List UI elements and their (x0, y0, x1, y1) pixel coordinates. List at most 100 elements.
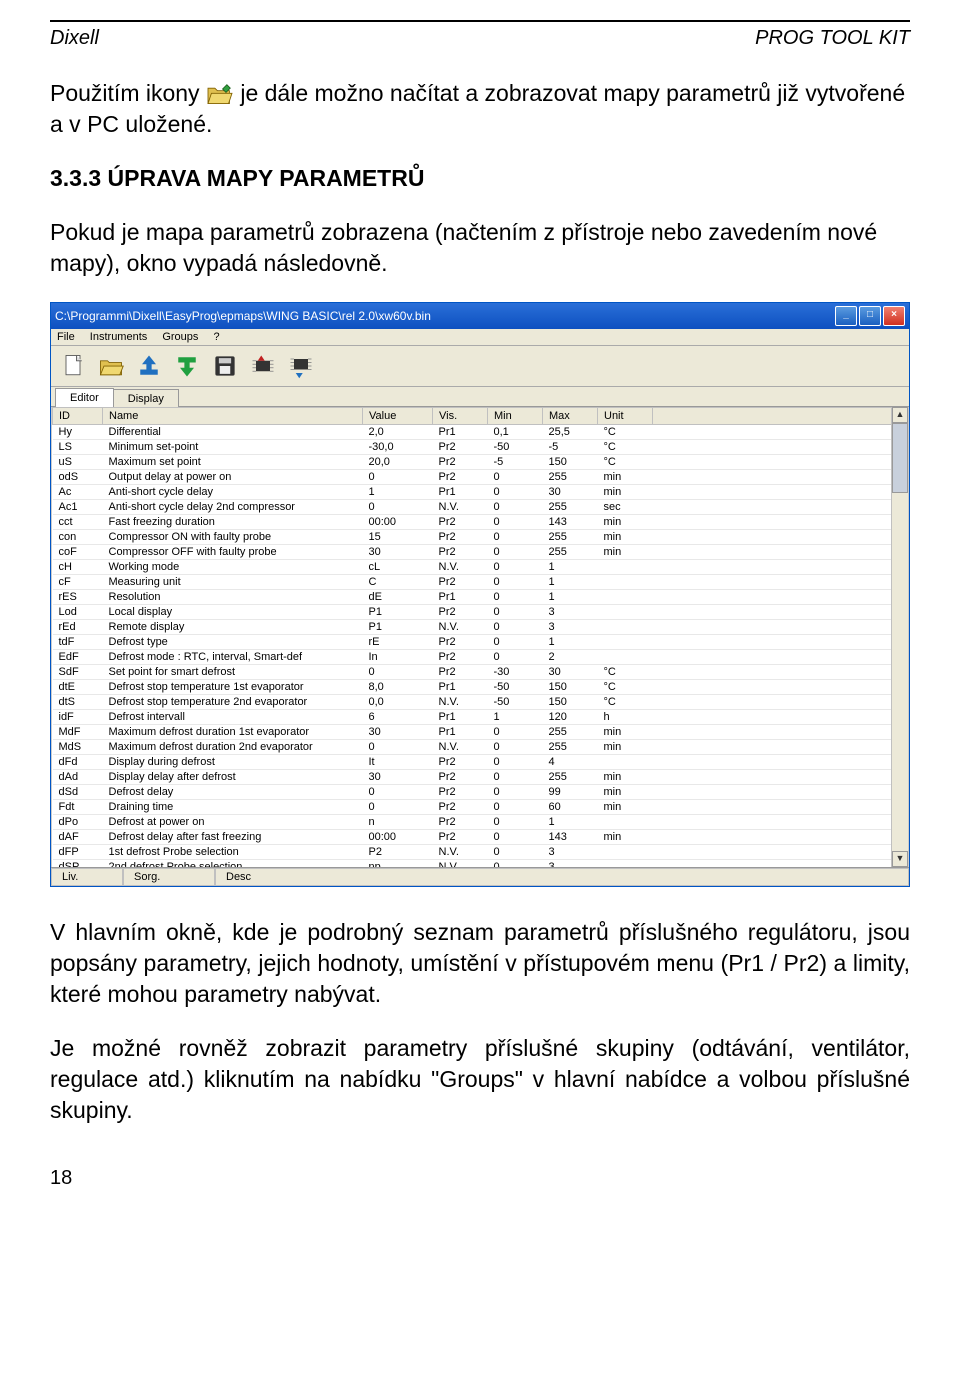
header-right: PROG TOOL KIT (755, 27, 910, 50)
cell-min: 0 (488, 590, 543, 605)
footer-sorg: Sorg. (123, 868, 215, 886)
cell-vis: Pr1 (433, 425, 488, 440)
cell-vis: Pr2 (433, 785, 488, 800)
table-row[interactable]: MdFMaximum defrost duration 1st evaporat… (53, 725, 908, 740)
table-row[interactable]: MdSMaximum defrost duration 2nd evaporat… (53, 740, 908, 755)
cell-unit (598, 755, 653, 770)
table-row[interactable]: tdFDefrost typerEPr201 (53, 635, 908, 650)
cell-unit: min (598, 485, 653, 500)
cell-unit: min (598, 800, 653, 815)
table-row[interactable]: SdFSet point for smart defrost0Pr2-3030°… (53, 665, 908, 680)
download-icon[interactable] (171, 350, 203, 382)
table-row[interactable]: coFCompressor OFF with faulty probe30Pr2… (53, 545, 908, 560)
table-row[interactable]: conCompressor ON with faulty probe15Pr20… (53, 530, 908, 545)
tab-editor[interactable]: Editor (55, 388, 114, 407)
cell-max: 25,5 (543, 425, 598, 440)
vertical-scrollbar[interactable]: ▲ ▼ (891, 407, 908, 867)
table-row[interactable]: LSMinimum set-point-30,0Pr2-50-5°C (53, 440, 908, 455)
cell-max: 99 (543, 785, 598, 800)
menu-instruments[interactable]: Instruments (90, 331, 147, 343)
tab-display[interactable]: Display (113, 389, 179, 408)
col-max[interactable]: Max (543, 408, 598, 425)
table-row[interactable]: dFP1st defrost Probe selectionP2N.V.03 (53, 845, 908, 860)
maximize-button[interactable]: □ (859, 306, 881, 326)
col-value[interactable]: Value (363, 408, 433, 425)
cell-min: 0 (488, 620, 543, 635)
col-min[interactable]: Min (488, 408, 543, 425)
cell-value: 00:00 (363, 515, 433, 530)
cell-unit: min (598, 545, 653, 560)
cell-min: 0 (488, 515, 543, 530)
save-disk-icon[interactable] (209, 350, 241, 382)
cell-value: 0 (363, 800, 433, 815)
table-row[interactable]: idFDefrost intervall6Pr11120h (53, 710, 908, 725)
cell-vis: Pr2 (433, 530, 488, 545)
col-id[interactable]: ID (53, 408, 103, 425)
cell-max: 60 (543, 800, 598, 815)
cell-max: 150 (543, 695, 598, 710)
table-row[interactable]: dSdDefrost delay0Pr2099min (53, 785, 908, 800)
cell-id: dAd (53, 770, 103, 785)
table-row[interactable]: dPoDefrost at power onnPr201 (53, 815, 908, 830)
titlebar[interactable]: C:\Programmi\Dixell\EasyProg\epmaps\WING… (51, 303, 909, 329)
cell-id: rEd (53, 620, 103, 635)
open-folder-icon[interactable] (95, 350, 127, 382)
new-file-icon[interactable] (57, 350, 89, 382)
table-row[interactable]: FdtDraining time0Pr2060min (53, 800, 908, 815)
table-row[interactable]: HyDifferential2,0Pr10,125,5°C (53, 425, 908, 440)
cell-min: 0 (488, 500, 543, 515)
col-name[interactable]: Name (103, 408, 363, 425)
cell-max: 120 (543, 710, 598, 725)
table-row[interactable]: AcAnti-short cycle delay1Pr1030min (53, 485, 908, 500)
scroll-down-icon[interactable]: ▼ (892, 851, 908, 867)
chip-read-icon[interactable] (247, 350, 279, 382)
cell-value: 0 (363, 500, 433, 515)
cell-vis: Pr2 (433, 830, 488, 845)
table-row[interactable]: Ac1Anti-short cycle delay 2nd compressor… (53, 500, 908, 515)
table-row[interactable]: dFdDisplay during defrostItPr204 (53, 755, 908, 770)
scroll-thumb[interactable] (892, 423, 908, 493)
section-heading: 3.3.3 ÚPRAVA MAPY PARAMETRŮ (50, 163, 910, 194)
table-row[interactable]: cFMeasuring unitCPr201 (53, 575, 908, 590)
table-row[interactable]: dAdDisplay delay after defrost30Pr20255m… (53, 770, 908, 785)
table-row[interactable]: dAFDefrost delay after fast freezing00:0… (53, 830, 908, 845)
table-row[interactable]: EdFDefrost mode : RTC, interval, Smart-d… (53, 650, 908, 665)
upload-icon[interactable] (133, 350, 165, 382)
cell-id: Hy (53, 425, 103, 440)
status-footer: Liv. Sorg. Desc (51, 867, 909, 886)
table-row[interactable]: dtEDefrost stop temperature 1st evaporat… (53, 680, 908, 695)
table-row[interactable]: cctFast freezing duration00:00Pr20143min (53, 515, 908, 530)
paragraph-main-window: V hlavním okně, kde je podrobný seznam p… (50, 917, 910, 1010)
col-vis[interactable]: Vis. (433, 408, 488, 425)
cell-value: 0 (363, 470, 433, 485)
cell-name: Display delay after defrost (103, 770, 363, 785)
chip-write-icon[interactable] (285, 350, 317, 382)
cell-id: uS (53, 455, 103, 470)
scroll-up-icon[interactable]: ▲ (892, 407, 908, 423)
table-row[interactable]: dSP2nd defrost Probe selectionnpN.V.03 (53, 860, 908, 868)
table-row[interactable]: uSMaximum set point20,0Pr2-5150°C (53, 455, 908, 470)
table-row[interactable]: dtSDefrost stop temperature 2nd evaporat… (53, 695, 908, 710)
minimize-button[interactable]: _ (835, 306, 857, 326)
cell-unit: °C (598, 440, 653, 455)
close-button[interactable]: × (883, 306, 905, 326)
table-row[interactable]: rEdRemote displayP1N.V.03 (53, 620, 908, 635)
cell-min: 0 (488, 725, 543, 740)
cell-min: 0 (488, 770, 543, 785)
menu-groups[interactable]: Groups (162, 331, 198, 343)
cell-max: 1 (543, 560, 598, 575)
table-row[interactable]: cHWorking modecLN.V.01 (53, 560, 908, 575)
table-row[interactable]: LodLocal displayP1Pr203 (53, 605, 908, 620)
col-unit[interactable]: Unit (598, 408, 653, 425)
table-row[interactable]: rESResolutiondEPr101 (53, 590, 908, 605)
cell-min: 0 (488, 785, 543, 800)
cell-name: Defrost stop temperature 1st evaporator (103, 680, 363, 695)
cell-name: Resolution (103, 590, 363, 605)
cell-id: dPo (53, 815, 103, 830)
menu-file[interactable]: File (57, 331, 75, 343)
table-row[interactable]: odSOutput delay at power on0Pr20255min (53, 470, 908, 485)
cell-max: 255 (543, 725, 598, 740)
cell-id: con (53, 530, 103, 545)
menu-help[interactable]: ? (213, 331, 219, 343)
cell-value: 0 (363, 665, 433, 680)
